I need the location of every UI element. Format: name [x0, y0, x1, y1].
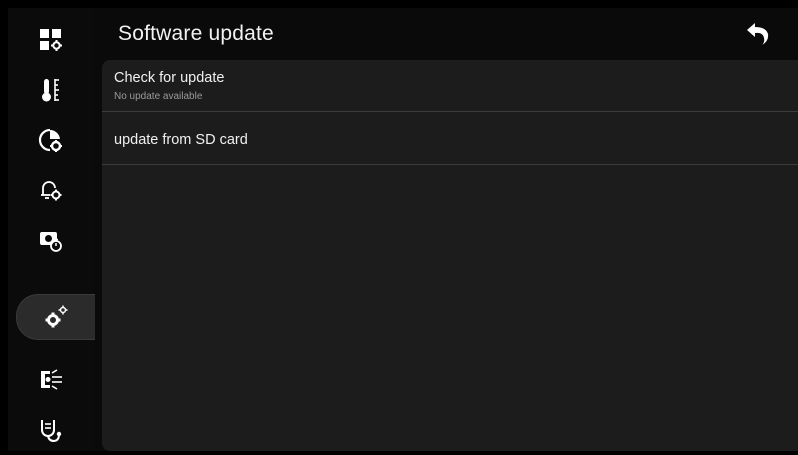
alarm-settings-icon: [41, 181, 62, 201]
sidebar-item-display-settings[interactable]: [8, 15, 94, 65]
thermometer-icon: [42, 79, 59, 102]
list-item-update-from-sd-card[interactable]: update from SD card: [102, 112, 798, 165]
scan-icon: [41, 369, 62, 390]
system-settings-gears-icon: [45, 305, 68, 328]
timer-settings-icon: [38, 128, 62, 152]
sidebar-item-stethoscope[interactable]: [8, 405, 94, 455]
back-button[interactable]: [744, 20, 772, 48]
sidebar: [8, 8, 95, 451]
stethoscope-icon: [41, 420, 62, 443]
display-settings-icon: [40, 29, 62, 51]
list-item-title: Check for update: [114, 70, 225, 86]
sidebar-item-timer-settings[interactable]: [8, 115, 94, 165]
sidebar-item-system-settings[interactable]: [16, 294, 95, 340]
back-arrow-icon: [747, 23, 769, 45]
sidebar-item-scan[interactable]: [8, 355, 94, 405]
settings-panel: Check for update No update available upd…: [102, 60, 798, 451]
camera-timer-icon: [40, 232, 62, 252]
sidebar-item-camera-timer[interactable]: [8, 215, 94, 265]
list-item-check-for-update[interactable]: Check for update No update available: [102, 60, 798, 112]
header-bar: Software update: [94, 8, 798, 60]
list-item-subtitle: No update available: [114, 91, 203, 102]
page-title: Software update: [118, 22, 274, 45]
sidebar-item-temperature[interactable]: [8, 65, 94, 115]
list-item-title: update from SD card: [114, 132, 248, 148]
sidebar-item-alarm-settings[interactable]: [8, 165, 94, 215]
